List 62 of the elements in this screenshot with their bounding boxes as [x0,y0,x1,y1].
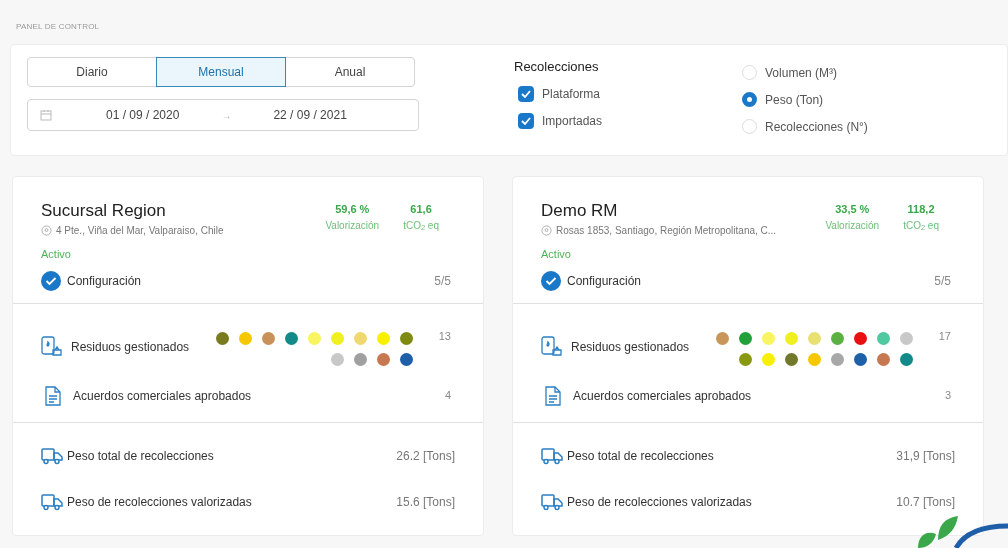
arrow-separator: → [221,108,232,123]
checkbox[interactable] [518,86,534,102]
page-title: PANEL DE CONTROL [16,22,100,31]
waste-container-icon [541,335,563,356]
waste-container-icon [41,335,63,356]
radio-label: Volumen (M³) [765,64,838,82]
agreements-label: Acuerdos comerciales aprobados [73,387,252,405]
stat-value: 33,5 % [835,202,870,217]
agreements-value: 4 [444,388,451,404]
stat-value: 59,6 % [335,202,370,217]
document-icon [45,385,61,406]
configuration-value: 5/5 [434,272,451,290]
period-tab[interactable]: Mensual [156,57,286,87]
branch-address: 4 Pte., Viña del Mar, Valparaiso, Chile [56,224,224,238]
checkbox-label: Importadas [542,113,603,130]
waste-label: Residuos gestionados [571,338,691,356]
end-date: 22 / 09 / 2021 [273,107,347,124]
agreements-label: Acuerdos comerciales aprobados [573,387,752,405]
stat-label: Valorización [825,218,880,233]
document-icon [545,385,561,406]
weight-label: Peso total de recolecciones [567,447,714,465]
radio-label: Peso (Ton) [765,91,824,109]
status-label: Activo [41,247,72,262]
weight-label: Peso total de recolecciones [67,447,214,465]
configuration-label: Configuración [67,272,142,290]
collections-title: Recolecciones [514,58,600,76]
stat-value: 118,2 [907,202,935,217]
stat-label: tCO$_{2}$ eq [403,218,439,233]
stat-value: 61,6 [410,202,432,217]
branch-name: Sucursal Region [41,201,167,221]
weight-label: Peso de recolecciones valorizadas [567,493,752,511]
status-label: Activo [541,247,572,262]
checkbox-label: Plataforma [542,86,601,103]
waste-label: Residuos gestionados [71,338,191,356]
agreements-value: 3 [944,388,951,404]
weight-value: 26.2 [Tons] [396,447,455,465]
branch-address: Rosas 1853, Santiago, Región Metropolitana, C... [556,224,777,238]
checkbox[interactable] [518,113,534,129]
location-pin-icon [41,225,52,236]
radio-button[interactable] [742,92,758,107]
start-date: 01 / 09 / 2020 [106,107,180,124]
waste-count: 13 [438,328,451,344]
stat-label: Valorización [325,218,380,233]
radio-label: Recolecciones (N°) [765,118,868,136]
truck-icon [41,492,63,511]
calendar-icon [40,109,52,121]
weight-value: 15.6 [Tons] [396,493,455,511]
weight-value: 31,9 [Tons] [896,447,955,465]
weight-value: 10.7 [Tons] [896,493,955,511]
configuration-value: 5/5 [934,272,951,290]
location-pin-icon [541,225,552,236]
truck-icon [541,492,563,511]
branch-name: Demo RM [541,201,619,221]
period-tab[interactable]: Diario [27,57,157,87]
date-range-field[interactable]: 01 / 09 / 2020 → 22 / 09 / 2021 [27,99,419,131]
configuration-label: Configuración [567,272,642,290]
truck-icon [541,446,563,465]
truck-icon [41,446,63,465]
stat-label: tCO$_{2}$ eq [903,218,939,233]
waste-count: 17 [938,328,951,344]
period-tab[interactable]: Anual [285,57,415,87]
weight-label: Peso de recolecciones valorizadas [67,493,252,511]
